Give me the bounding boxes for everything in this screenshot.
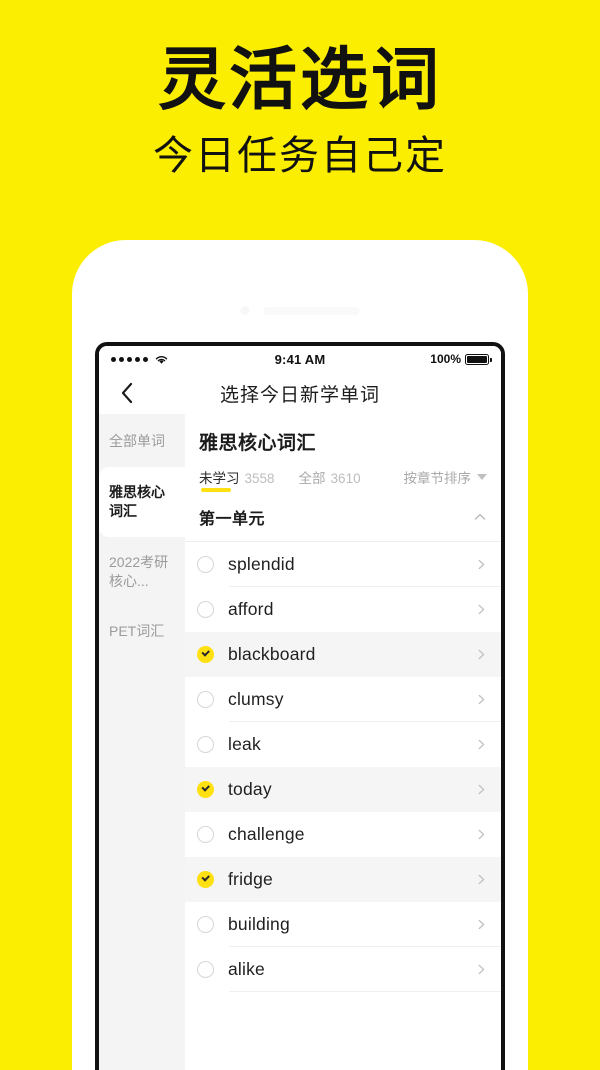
- promo-banner: 灵活选词 今日任务自己定: [0, 0, 600, 176]
- word-checkbox[interactable]: [197, 961, 214, 978]
- table-row[interactable]: alike: [185, 947, 501, 992]
- table-row[interactable]: building: [185, 902, 501, 947]
- battery-full-icon: [465, 353, 492, 365]
- sort-label: 按章节排序: [403, 471, 472, 486]
- sidebar-item-all-words[interactable]: 全部单词: [99, 416, 185, 467]
- status-bar-right: 100%: [325, 352, 492, 366]
- table-row[interactable]: today: [185, 767, 501, 812]
- sidebar-item-ielts-core[interactable]: 雅思核心词汇: [99, 466, 185, 537]
- nav-bar: 选择今日新学单词: [99, 372, 501, 414]
- word-checkbox[interactable]: [197, 601, 214, 618]
- word-checkbox[interactable]: [197, 916, 214, 933]
- sidebar-item-pet[interactable]: PET词汇: [99, 606, 185, 657]
- filter-row: 未学习 3558 全部 3610 按章节排序: [185, 455, 501, 495]
- chevron-right-icon[interactable]: [476, 919, 487, 930]
- chevron-right-icon[interactable]: [476, 964, 487, 975]
- word-checkbox[interactable]: [197, 556, 214, 573]
- sort-dropdown[interactable]: 按章节排序: [403, 467, 487, 487]
- wifi-icon: [155, 355, 168, 364]
- chevron-right-icon[interactable]: [476, 649, 487, 660]
- word-panel: 雅思核心词汇 未学习 3558 全部 3610 按章节排序 第一单元 splen…: [185, 414, 501, 1070]
- filter-unlearned-count: 3558: [244, 471, 275, 486]
- chevron-right-icon[interactable]: [476, 604, 487, 615]
- table-row[interactable]: leak: [185, 722, 501, 767]
- speaker-grill-icon: [263, 306, 360, 315]
- unit-name: 第一单元: [199, 511, 266, 528]
- caret-down-icon: [477, 474, 487, 480]
- word-label: blackboard: [228, 644, 316, 664]
- word-checkbox[interactable]: [197, 781, 214, 798]
- battery-percent-label: 100%: [430, 352, 461, 366]
- word-list: splendid afford blackboard clumsy leak t…: [185, 542, 501, 1070]
- content-area: 全部单词 雅思核心词汇 2022考研核心... PET词汇 雅思核心词汇 未学习…: [99, 414, 501, 1070]
- filter-all-label: 全部: [298, 471, 326, 486]
- filter-all-count: 3610: [330, 471, 361, 486]
- chevron-right-icon[interactable]: [476, 694, 487, 705]
- word-label: clumsy: [228, 689, 284, 709]
- phone-speaker-group: [240, 306, 360, 315]
- word-label: splendid: [228, 554, 295, 574]
- chevron-right-icon[interactable]: [476, 739, 487, 750]
- word-label: fridge: [228, 869, 273, 889]
- word-label: building: [228, 914, 290, 934]
- chevron-right-icon[interactable]: [476, 784, 487, 795]
- chevron-left-icon: [121, 382, 132, 404]
- word-label: challenge: [228, 824, 305, 844]
- table-row[interactable]: challenge: [185, 812, 501, 857]
- filter-unlearned-label: 未学习: [199, 471, 240, 486]
- table-row[interactable]: clumsy: [185, 677, 501, 722]
- filter-all[interactable]: 全部 3610: [299, 467, 361, 487]
- signal-dots-icon: [111, 356, 148, 362]
- word-checkbox[interactable]: [197, 646, 214, 663]
- word-checkbox[interactable]: [197, 736, 214, 753]
- promo-title: 灵活选词: [157, 42, 442, 118]
- status-bar-left: [111, 354, 275, 365]
- page-title: 选择今日新学单词: [219, 384, 380, 406]
- chevron-up-icon: [474, 513, 486, 520]
- status-bar: 9:41 AM 100%: [99, 346, 501, 372]
- book-title: 雅思核心词汇: [199, 433, 317, 454]
- unit-header[interactable]: 第一单元: [185, 495, 501, 542]
- camera-icon: [240, 306, 250, 315]
- word-checkbox[interactable]: [197, 871, 214, 888]
- sidebar-item-2022-kaoyan[interactable]: 2022考研核心...: [99, 537, 185, 607]
- filter-unlearned[interactable]: 未学习 3558: [199, 467, 275, 492]
- category-sidebar: 全部单词 雅思核心词汇 2022考研核心... PET词汇: [99, 414, 185, 1070]
- status-bar-time: 9:41 AM: [274, 351, 326, 367]
- chevron-right-icon[interactable]: [476, 559, 487, 570]
- chevron-right-icon[interactable]: [476, 829, 487, 840]
- word-label: leak: [228, 734, 261, 754]
- phone-screen: 9:41 AM 100% 选择今日新学单词 全部单词 雅思核心词汇 2022考研…: [95, 342, 505, 1070]
- phone-mockup: 9:41 AM 100% 选择今日新学单词 全部单词 雅思核心词汇 2022考研…: [72, 240, 528, 1070]
- word-checkbox[interactable]: [197, 691, 214, 708]
- word-label: alike: [228, 959, 265, 979]
- row-divider: [229, 991, 501, 992]
- table-row[interactable]: afford: [185, 587, 501, 632]
- word-checkbox[interactable]: [197, 826, 214, 843]
- table-row[interactable]: fridge: [185, 857, 501, 902]
- word-label: today: [228, 779, 272, 799]
- chevron-right-icon[interactable]: [476, 874, 487, 885]
- table-row[interactable]: splendid: [185, 542, 501, 587]
- table-row[interactable]: blackboard: [185, 632, 501, 677]
- word-label: afford: [228, 599, 274, 619]
- promo-subtitle: 今日任务自己定: [153, 134, 447, 178]
- back-button[interactable]: [113, 380, 139, 406]
